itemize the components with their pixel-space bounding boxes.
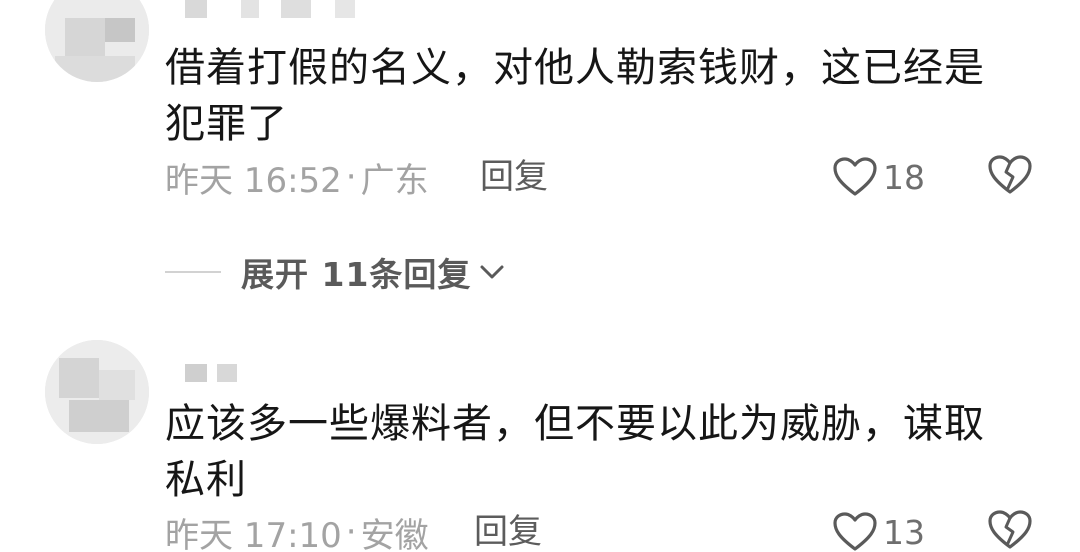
timestamp: 昨天 16:52 (165, 160, 342, 201)
like-count: 18 (883, 157, 925, 197)
expand-replies-label: 展开 11条回复 (241, 255, 472, 294)
location: 安徽 (360, 515, 429, 552)
like-count: 13 (883, 512, 925, 552)
broken-heart-icon[interactable] (988, 510, 1032, 550)
expand-replies-row: 展开 11条回复 (165, 250, 505, 294)
comment-text: 借着打假的名义，对他人勒索钱财，这已经是 犯罪了 (165, 45, 985, 147)
location: 广东 (360, 160, 429, 201)
timestamp: 昨天 17:10 (165, 515, 342, 552)
reply-button[interactable]: 回复 (474, 512, 542, 552)
heart-outline-icon (833, 512, 877, 552)
chevron-down-icon (480, 265, 504, 279)
like-button[interactable]: 13 (833, 510, 925, 552)
reply-button[interactable]: 回复 (480, 157, 548, 197)
meta-separator: · (345, 512, 357, 552)
avatar[interactable] (45, 0, 149, 82)
comment-meta: 昨天 16:52 · 广东 (165, 157, 429, 201)
divider-line (165, 271, 221, 273)
expand-replies-button[interactable]: 展开 11条回复 (241, 248, 505, 296)
heart-outline-icon (833, 157, 877, 197)
comment-text: 应该多一些爆料者，但不要以此为威胁，谋取 私利 (165, 401, 985, 503)
like-button[interactable]: 18 (833, 155, 925, 199)
comment-meta: 昨天 17:10 · 安徽 (165, 512, 429, 552)
comment-section: 借着打假的名义，对他人勒索钱财，这已经是 犯罪了 昨天 16:52 · 广东 回… (0, 0, 1080, 552)
meta-separator: · (345, 157, 357, 197)
broken-heart-icon[interactable] (988, 155, 1032, 195)
avatar[interactable] (45, 340, 149, 444)
